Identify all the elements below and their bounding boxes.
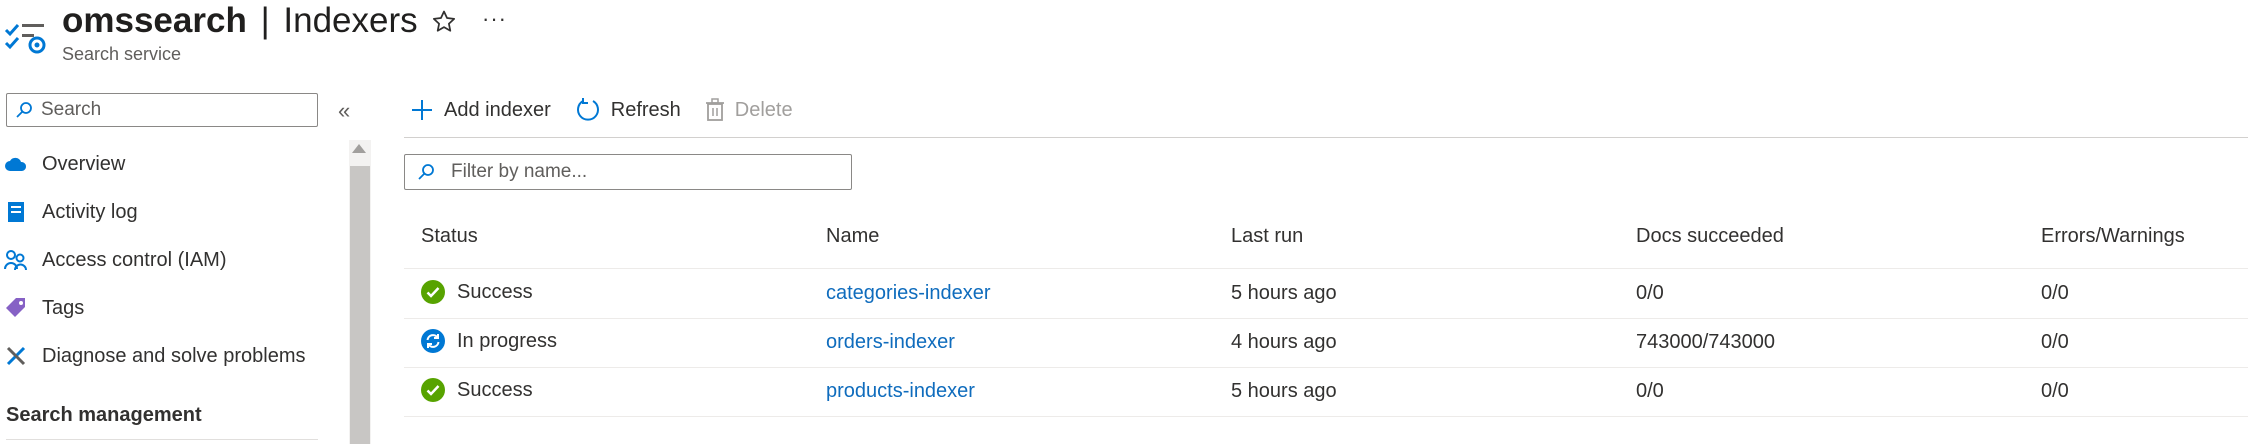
last-run-value: 5 hours ago <box>1231 380 1337 402</box>
errors-warnings-value: 0/0 <box>2041 331 2069 353</box>
add-indexer-button[interactable]: Add indexer <box>410 98 551 122</box>
refresh-button[interactable]: Refresh <box>575 97 681 123</box>
sidebar-item-overview[interactable]: Overview <box>0 140 340 188</box>
sidebar-item-label: Diagnose and solve problems <box>42 344 306 367</box>
docs-succeeded-value: 743000/743000 <box>1636 331 1776 353</box>
more-options-icon[interactable]: ··· <box>482 6 507 32</box>
delete-button[interactable]: Delete <box>705 98 793 122</box>
sidebar-item-label: Access control (IAM) <box>42 248 227 271</box>
collapse-sidebar-icon[interactable]: « <box>338 98 350 124</box>
divider <box>404 268 2248 269</box>
docs-succeeded-value: 0/0 <box>1636 380 1664 402</box>
filter-placeholder: Filter by name... <box>451 161 588 182</box>
status-cell: Success <box>421 280 533 304</box>
sidebar-scroll-thumb[interactable] <box>350 166 370 444</box>
divider <box>6 439 318 440</box>
errors-warnings-value: 0/0 <box>2041 282 2069 304</box>
sidebar-item-diagnose[interactable]: Diagnose and solve problems <box>0 332 340 380</box>
filter-input[interactable]: Filter by name... <box>404 154 852 190</box>
last-run-value: 4 hours ago <box>1231 331 1337 353</box>
sidebar-item-label: Tags <box>42 296 85 319</box>
refresh-label: Refresh <box>610 98 681 121</box>
sidebar-item-tags[interactable]: Tags <box>0 284 340 332</box>
plus-icon <box>412 100 432 120</box>
column-header-errors-warnings[interactable]: Errors/Warnings <box>2041 225 2185 248</box>
status-text: In progress <box>457 329 558 352</box>
divider <box>404 137 2248 138</box>
status-text: Success <box>457 378 533 401</box>
indexer-name-link[interactable]: categories-indexer <box>826 282 991 305</box>
cloud-icon <box>4 152 28 176</box>
search-icon <box>16 102 32 118</box>
column-header-status[interactable]: Status <box>421 225 478 248</box>
title-separator: | <box>260 1 270 40</box>
delete-label: Delete <box>734 98 793 121</box>
refresh-icon <box>576 98 599 121</box>
indexer-name-link[interactable]: orders-indexer <box>826 331 955 354</box>
page-name: Indexers <box>283 1 418 40</box>
sidebar-item-label: Activity log <box>42 200 138 223</box>
people-icon <box>4 248 28 272</box>
favorite-star-icon[interactable] <box>430 8 458 36</box>
service-name: omssearch <box>62 1 247 40</box>
docs-succeeded-value: 0/0 <box>1636 282 1664 304</box>
last-run-value: 5 hours ago <box>1231 282 1337 304</box>
column-header-last-run[interactable]: Last run <box>1231 225 1303 248</box>
status-text: Success <box>457 280 533 303</box>
divider <box>404 416 2248 417</box>
column-header-docs-succeeded[interactable]: Docs succeeded <box>1636 225 1784 248</box>
tag-icon <box>4 296 28 320</box>
page-subtitle: Search service <box>62 44 182 64</box>
column-header-name[interactable]: Name <box>826 225 879 248</box>
trash-icon <box>705 98 724 121</box>
divider <box>404 318 2248 319</box>
wrench-icon <box>4 344 28 368</box>
success-check-icon <box>421 280 445 304</box>
success-check-icon <box>421 378 445 402</box>
command-bar: Add indexer Refresh Delete <box>410 92 817 128</box>
status-cell: In progress <box>421 329 557 353</box>
sidebar-search-input[interactable]: Search <box>6 93 318 127</box>
status-cell: Success <box>421 378 533 402</box>
search-service-icon <box>4 16 48 56</box>
divider <box>404 367 2248 368</box>
indexer-name-link[interactable]: products-indexer <box>826 380 975 403</box>
activity-log-icon <box>4 200 28 224</box>
scroll-up-arrow-icon[interactable] <box>352 144 366 153</box>
sidebar-section-heading: Search management <box>6 404 202 426</box>
sidebar-item-activity-log[interactable]: Activity log <box>0 188 340 236</box>
search-icon <box>418 164 434 180</box>
add-indexer-label: Add indexer <box>444 98 551 121</box>
in-progress-sync-icon <box>421 329 445 353</box>
errors-warnings-value: 0/0 <box>2041 380 2069 402</box>
sidebar-item-label: Overview <box>42 152 126 175</box>
page-title: omssearch | Indexers <box>62 0 418 42</box>
sidebar-item-access-control[interactable]: Access control (IAM) <box>0 236 340 284</box>
sidebar-search-placeholder: Search <box>41 99 102 120</box>
